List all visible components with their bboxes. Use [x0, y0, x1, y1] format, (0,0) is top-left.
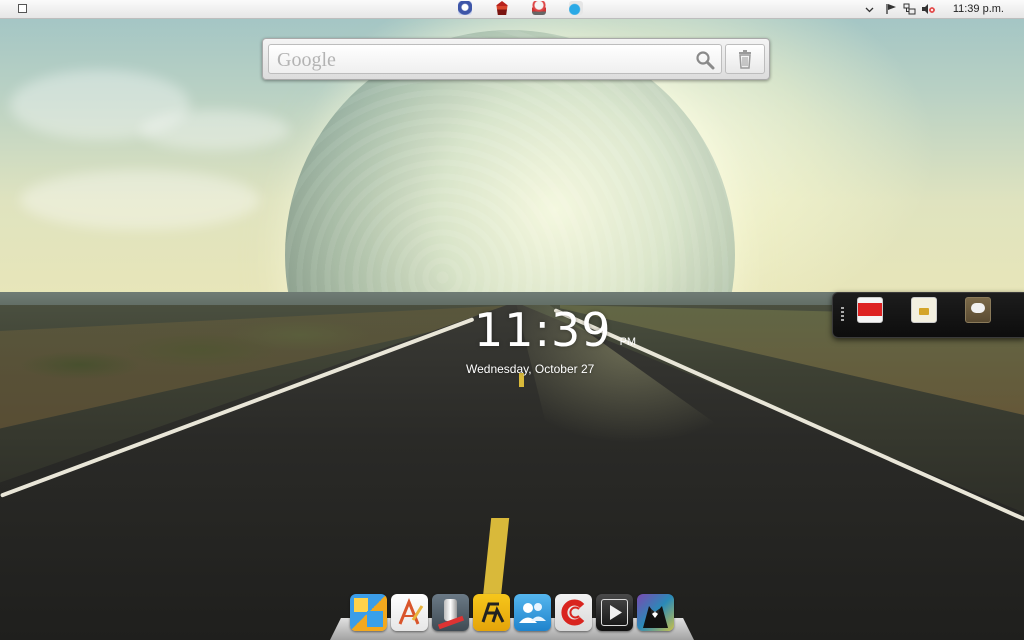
tuxedo-icon[interactable]: [637, 594, 674, 631]
trash-icon: [739, 50, 751, 69]
text-editor-icon[interactable]: [391, 594, 428, 631]
clock-time: 11:39: [474, 303, 612, 357]
clock-widget[interactable]: 11:39 PM: [474, 302, 636, 358]
magnifier-icon[interactable]: [695, 50, 715, 70]
network-icon[interactable]: [901, 0, 919, 18]
cloud: [20, 170, 260, 230]
users-icon[interactable]: [514, 594, 551, 631]
side-panel: [832, 292, 1024, 338]
panel-launchers: [458, 1, 583, 17]
google-search-widget: Google: [262, 38, 770, 80]
search-placeholder: Google: [277, 49, 336, 71]
system-tools-icon[interactable]: [432, 594, 469, 631]
cloud: [140, 110, 290, 150]
chat-bubble-icon[interactable]: [965, 297, 991, 323]
clock-ampm: PM: [619, 336, 637, 348]
dock: [350, 594, 674, 632]
mozilla-launcher-icon[interactable]: [458, 1, 472, 15]
temple-launcher-icon[interactable]: [496, 1, 508, 15]
side-panel-grip[interactable]: [841, 307, 844, 321]
search-input[interactable]: Google: [268, 44, 722, 74]
flag-icon[interactable]: [883, 0, 901, 18]
clock-date: Wednesday, October 27: [466, 362, 595, 376]
video-icon[interactable]: [857, 297, 883, 323]
skype-launcher-icon[interactable]: [569, 1, 583, 15]
show-desktop-button[interactable]: [18, 4, 27, 13]
sim-card-icon[interactable]: [911, 297, 937, 323]
volume-muted-icon[interactable]: [919, 0, 937, 18]
top-panel: 11:39 p.m.: [0, 0, 1024, 19]
chevron-down-icon[interactable]: [861, 0, 879, 18]
panel-clock[interactable]: 11:39 p.m.: [953, 3, 1004, 15]
files-icon[interactable]: [350, 594, 387, 631]
camera-capture-icon[interactable]: [555, 594, 592, 631]
flash-icon[interactable]: [473, 594, 510, 631]
media-player-icon[interactable]: [596, 594, 633, 631]
robot-launcher-icon[interactable]: [532, 1, 546, 15]
trash-button[interactable]: [725, 44, 765, 74]
system-tray: 11:39 p.m.: [861, 0, 1024, 18]
